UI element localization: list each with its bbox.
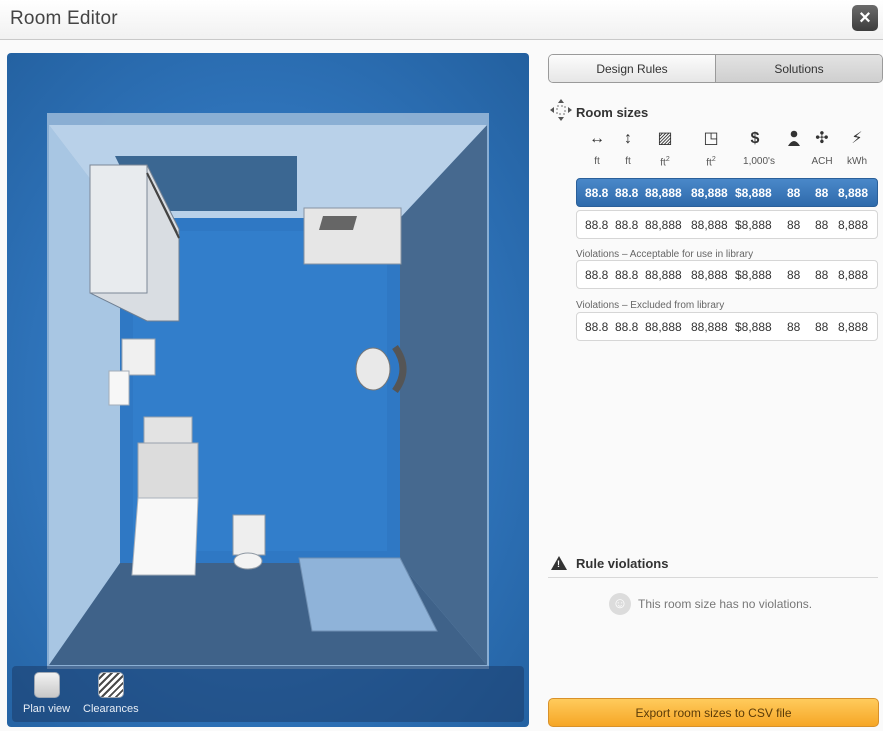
cell-net-area: 88,888 bbox=[645, 218, 682, 232]
room-3d-viewport[interactable]: Plan view Clearances bbox=[7, 53, 529, 727]
dollar-icon: $ bbox=[750, 130, 760, 147]
cell-height: 88.8 bbox=[615, 218, 639, 232]
unit-width: ft bbox=[594, 156, 600, 167]
toilet-bowl bbox=[233, 552, 263, 570]
waste-bin bbox=[108, 370, 130, 406]
smiley-icon: ☺ bbox=[609, 593, 631, 615]
table-pillow bbox=[143, 416, 193, 444]
room-size-row[interactable]: 88.8 88.8 88,888 88,888 $8,888 88 88 8,8… bbox=[576, 210, 878, 239]
cell-occupants: 88 bbox=[787, 268, 801, 282]
cell-kwh: 8,888 bbox=[838, 320, 869, 334]
area-hatch-icon: ▨ bbox=[657, 130, 673, 147]
cell-occupants: 88 bbox=[787, 320, 801, 334]
cell-width: 88.8 bbox=[585, 320, 609, 334]
close-icon: × bbox=[859, 7, 871, 29]
cell-ach: 88 bbox=[815, 218, 829, 232]
area-outline-icon: ◳ bbox=[703, 130, 719, 147]
panel-tabs: Design Rules Solutions bbox=[548, 54, 883, 83]
cell-width: 88.8 bbox=[585, 268, 609, 282]
unit-ach: ACH bbox=[811, 156, 833, 167]
person-icon bbox=[780, 130, 808, 151]
cell-occupants: 88 bbox=[787, 218, 801, 232]
clearances-icon bbox=[97, 672, 124, 698]
fan-icon: ✣ bbox=[815, 130, 829, 147]
rule-violations-title: Rule violations bbox=[576, 556, 669, 571]
table-top bbox=[137, 442, 199, 499]
room-size-row-selected[interactable]: 88.8 88.8 88,888 88,888 $8,888 88 88 8,8… bbox=[576, 178, 878, 207]
room-render bbox=[47, 113, 489, 669]
room-size-row-excluded-violation[interactable]: 88.8 88.8 88,888 88,888 $8,888 88 88 8,8… bbox=[576, 312, 878, 341]
cell-ach: 88 bbox=[815, 186, 829, 200]
unit-area-gross: ft2 bbox=[706, 156, 716, 169]
cell-cost: $8,888 bbox=[735, 320, 772, 334]
room-sizes-title: Room sizes bbox=[576, 105, 649, 120]
cell-height: 88.8 bbox=[615, 186, 639, 200]
hand-sink bbox=[121, 338, 156, 376]
room-size-row-acceptable-violation[interactable]: 88.8 88.8 88,888 88,888 $8,888 88 88 8,8… bbox=[576, 260, 878, 289]
tab-solutions[interactable]: Solutions bbox=[716, 55, 882, 82]
toilet-tank bbox=[232, 514, 266, 556]
title-bar: Room Editor × bbox=[0, 0, 883, 40]
cell-gross-area: 88,888 bbox=[691, 186, 728, 200]
close-button[interactable]: × bbox=[852, 5, 878, 31]
height-arrows-icon: ↕ bbox=[624, 130, 632, 147]
cell-net-area: 88,888 bbox=[645, 268, 682, 282]
plan-view-tool[interactable]: Plan view bbox=[23, 672, 70, 715]
cell-occupants: 88 bbox=[787, 186, 801, 200]
cell-ach: 88 bbox=[815, 268, 829, 282]
window-title: Room Editor bbox=[10, 8, 118, 29]
view-toolbar: Plan view Clearances bbox=[12, 666, 524, 722]
plan-view-label: Plan view bbox=[23, 703, 71, 715]
unit-cost: 1,000's bbox=[743, 156, 775, 167]
tab-design-rules[interactable]: Design Rules bbox=[549, 55, 716, 82]
cell-kwh: 8,888 bbox=[838, 186, 869, 200]
unit-area-net: ft2 bbox=[660, 156, 670, 169]
unit-kwh: kWh bbox=[847, 156, 867, 167]
divider bbox=[548, 577, 878, 578]
cell-net-area: 88,888 bbox=[645, 320, 682, 334]
cell-gross-area: 88,888 bbox=[691, 268, 728, 282]
table-leg-rest bbox=[131, 497, 199, 576]
export-csv-button[interactable]: Export room sizes to CSV file bbox=[548, 698, 879, 727]
no-violations-message: This room size has no violations. bbox=[638, 597, 813, 611]
plan-view-icon bbox=[33, 672, 60, 698]
cell-height: 88.8 bbox=[615, 320, 639, 334]
cell-net-area: 88,888 bbox=[645, 186, 682, 200]
cell-gross-area: 88,888 bbox=[691, 218, 728, 232]
wall-sink-basin bbox=[319, 216, 357, 230]
violations-excluded-label: Violations – Excluded from library bbox=[576, 300, 725, 311]
unit-height: ft bbox=[625, 156, 631, 167]
violations-acceptable-label: Violations – Acceptable for use in libra… bbox=[576, 249, 754, 260]
cell-width: 88.8 bbox=[585, 186, 609, 200]
cell-cost: $8,888 bbox=[735, 218, 772, 232]
cell-gross-area: 88,888 bbox=[691, 320, 728, 334]
cell-ach: 88 bbox=[815, 320, 829, 334]
resize-arrows-icon bbox=[549, 98, 573, 122]
chair-seat bbox=[355, 347, 391, 391]
clearances-tool[interactable]: Clearances bbox=[83, 672, 139, 715]
cell-cost: $8,888 bbox=[735, 268, 772, 282]
cell-width: 88.8 bbox=[585, 218, 609, 232]
cell-kwh: 8,888 bbox=[838, 218, 869, 232]
cell-height: 88.8 bbox=[615, 268, 639, 282]
cabinet-front bbox=[89, 164, 148, 294]
cell-kwh: 8,888 bbox=[838, 268, 869, 282]
clearances-label: Clearances bbox=[83, 703, 139, 715]
cell-cost: $8,888 bbox=[735, 186, 772, 200]
plug-icon: ⚡ bbox=[851, 130, 863, 147]
width-arrows-icon: ↔ bbox=[589, 130, 605, 147]
